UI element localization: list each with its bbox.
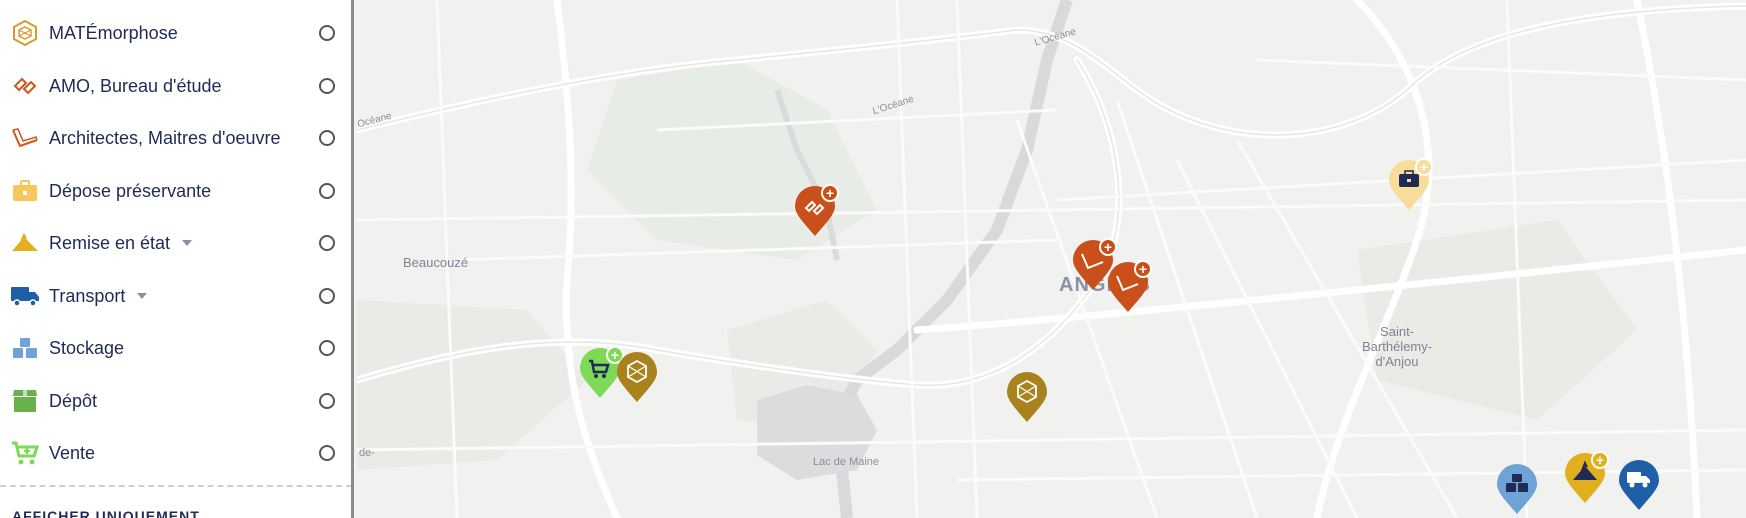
category-label: AMO, Bureau d'étude (49, 75, 222, 96)
category-sidebar: MATÉmorphose AMO, Bureau d'étude Archite… (0, 0, 354, 518)
category-depose-preservante[interactable]: Dépose préservante (0, 165, 350, 217)
category-radio[interactable] (319, 183, 335, 199)
trowel-icon (10, 228, 40, 258)
category-radio[interactable] (319, 340, 335, 356)
category-vente[interactable]: Vente (0, 427, 350, 479)
filter-heading: AFFICHER UNIQUEMENT (12, 508, 200, 518)
blueprint-link-icon (10, 71, 40, 101)
toolbox-icon (10, 176, 40, 206)
ruler-drafting-icon (10, 123, 40, 153)
package-icon (10, 386, 40, 416)
category-depot[interactable]: Dépôt (0, 375, 350, 427)
category-architectes[interactable]: Architectes, Maitres d'oeuvre (0, 112, 350, 164)
divider (0, 485, 351, 487)
chevron-down-icon[interactable] (137, 292, 148, 299)
hexagon-logo-icon (10, 18, 40, 48)
category-label: Dépose préservante (49, 180, 212, 201)
category-transport[interactable]: Transport (0, 270, 350, 322)
place-label: Saint- Barthélemy-d'Anjou (1362, 324, 1433, 369)
category-label: Transport (49, 286, 148, 307)
map-pin-transport[interactable] (1617, 460, 1661, 512)
add-badge-icon[interactable]: + (821, 184, 839, 202)
category-label: Vente (49, 442, 96, 463)
place-label: Beaucouzé (403, 255, 469, 270)
category-stockage[interactable]: Stockage (0, 322, 350, 374)
category-radio[interactable] (319, 25, 335, 41)
category-radio[interactable] (319, 393, 335, 409)
stacked-boxes-icon (10, 333, 40, 363)
map-pin-amo[interactable]: + (793, 184, 839, 238)
category-remise-en-etat[interactable]: Remise en état (0, 217, 350, 269)
map-pin-matemorphose[interactable] (1005, 372, 1049, 424)
map-background (357, 0, 1746, 518)
add-badge-icon[interactable]: + (1591, 451, 1609, 469)
place-label: Lac de Maine (813, 456, 880, 468)
category-label: Stockage (49, 337, 125, 358)
map-pin-architecte[interactable]: + (1106, 260, 1152, 314)
category-radio[interactable] (319, 235, 335, 251)
category-label: Architectes, Maitres d'oeuvre (49, 127, 281, 148)
truck-icon (10, 281, 40, 311)
map-pin-depose[interactable]: + (1387, 158, 1433, 212)
map-pin-matemorphose[interactable] (615, 352, 659, 404)
category-radio[interactable] (319, 78, 335, 94)
chevron-down-icon[interactable] (182, 239, 193, 246)
cart-plus-icon (10, 438, 40, 468)
category-amo-bureau-etude[interactable]: AMO, Bureau d'étude (0, 60, 350, 112)
category-label: Remise en état (49, 233, 193, 254)
add-badge-icon[interactable]: + (1415, 158, 1433, 176)
map-view[interactable]: Beaucouzé ANGERS Saint- Barthélemy-d'Anjo… (357, 0, 1746, 518)
category-label: MATÉmorphose (49, 22, 178, 43)
category-radio[interactable] (319, 130, 335, 146)
category-matemorphose[interactable]: MATÉmorphose (0, 7, 350, 59)
add-badge-icon[interactable]: + (1099, 238, 1117, 256)
category-label: Dépôt (49, 390, 98, 411)
map-pin-stockage[interactable] (1495, 464, 1539, 516)
place-label: de- (359, 447, 375, 459)
add-badge-icon[interactable]: + (1134, 260, 1152, 278)
category-radio[interactable] (319, 288, 335, 304)
category-radio[interactable] (319, 445, 335, 461)
map-pin-remise-en-etat[interactable]: + (1563, 451, 1609, 505)
